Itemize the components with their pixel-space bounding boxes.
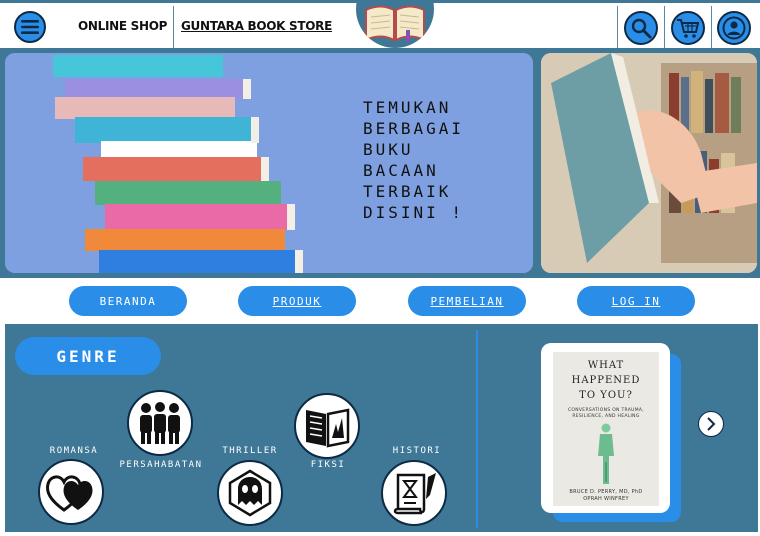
nav-login[interactable]: LOG IN xyxy=(577,286,695,316)
genre-button[interactable]: GENRE xyxy=(15,337,161,375)
header-divider xyxy=(664,6,665,50)
nav-beranda[interactable]: BERANDA xyxy=(69,286,187,316)
book-icon xyxy=(306,408,350,448)
nav-label: BERANDA xyxy=(99,294,157,308)
genre-fiksi[interactable] xyxy=(294,393,360,459)
cart-icon xyxy=(677,19,700,38)
genre-label-fiksi: FIKSI xyxy=(310,460,346,470)
genre-persahabatan[interactable] xyxy=(127,390,193,456)
bookshelf-photo xyxy=(541,53,757,273)
figure-illustration xyxy=(598,423,614,484)
book-title: WHAT HAPPENED TO YOU? xyxy=(571,360,641,401)
header-divider xyxy=(617,6,618,50)
hearts-icon xyxy=(46,475,93,512)
header-divider xyxy=(711,6,712,50)
nav-pembelian[interactable]: PEMBELIAN xyxy=(408,286,526,316)
carousel-next-button[interactable] xyxy=(698,411,724,437)
genre-label-persahabatan: PERSAHABATAN xyxy=(119,460,203,470)
chevron-right-icon xyxy=(707,417,716,431)
genre-thriller[interactable] xyxy=(217,460,283,526)
nav-label: PEMBELIAN xyxy=(430,294,504,308)
shop-label: ONLINE SHOP xyxy=(78,19,168,33)
friends-icon xyxy=(140,402,180,444)
hand-holding-book-illustration xyxy=(541,53,757,273)
featured-book-cover: WHAT HAPPENED TO YOU? CONVERSATIONS ON T… xyxy=(553,352,659,506)
section-divider xyxy=(476,330,478,528)
cart-button[interactable] xyxy=(671,11,705,45)
account-button[interactable] xyxy=(717,11,751,45)
book-authors: BRUCE D. PERRY, MD, PhD OPRAH WINFREY xyxy=(569,489,643,502)
menu-button[interactable] xyxy=(14,11,46,43)
search-icon xyxy=(631,18,652,39)
header-divider xyxy=(173,6,174,50)
scroll-icon xyxy=(393,473,436,515)
book-subtitle: CONVERSATIONS ON TRAUMA, RESILIENCE, AND… xyxy=(567,408,645,419)
ghost-icon xyxy=(228,469,272,517)
genre-label-histori: HISTORI xyxy=(392,446,442,456)
genre-label-thriller: THRILLER xyxy=(222,446,278,456)
main-nav: BERANDA PRODUK PEMBELIAN LOG IN xyxy=(0,278,760,324)
banner-headline: TEMUKAN BERBAGAI BUKU BACAAN TERBAIK DIS… xyxy=(363,98,465,222)
hamburger-icon xyxy=(21,20,39,34)
nav-label: LOG IN xyxy=(611,294,661,308)
search-button[interactable] xyxy=(624,11,658,45)
genre-romansa[interactable] xyxy=(38,459,104,525)
store-name-link[interactable]: GUNTARA BOOK STORE xyxy=(181,19,332,33)
nav-produk[interactable]: PRODUK xyxy=(238,286,356,316)
nav-label: PRODUK xyxy=(272,294,322,308)
user-icon xyxy=(722,16,746,40)
genre-histori[interactable] xyxy=(381,460,447,526)
genre-label-romansa: ROMANSA xyxy=(49,446,99,456)
